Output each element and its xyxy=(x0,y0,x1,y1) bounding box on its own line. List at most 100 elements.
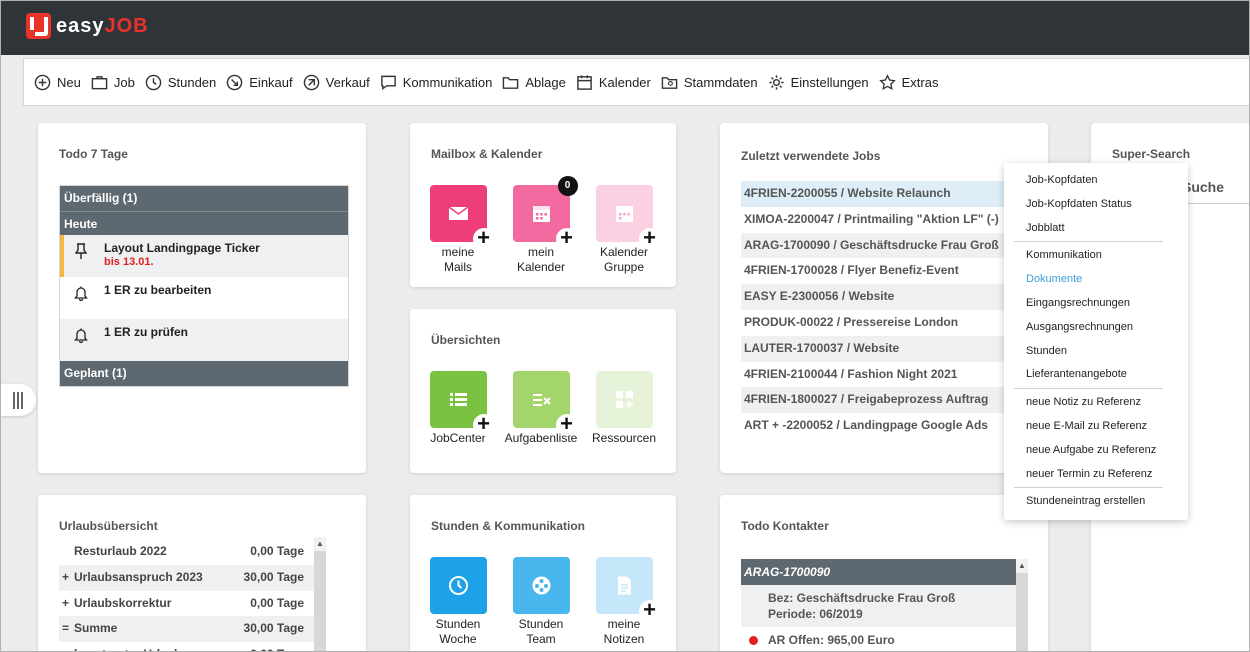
tile-hours-team[interactable]: Stunden Team xyxy=(501,557,581,647)
context-menu-item[interactable]: Eingangsrechnungen xyxy=(1004,292,1188,316)
easyjob-logo[interactable]: easyJOB xyxy=(26,13,149,39)
star-icon xyxy=(878,73,896,90)
add-task-plus-icon[interactable]: + xyxy=(555,413,578,436)
todo-card: Todo 7 Tage Überfällig (1) Heute Layout … xyxy=(38,123,366,473)
contacts-scroll-up-button[interactable]: ▲ xyxy=(1016,559,1028,573)
todo-planned-header[interactable]: Geplant (1) xyxy=(60,361,348,386)
context-menu-item[interactable]: Lieferantenangebote xyxy=(1004,363,1188,387)
resources-icon xyxy=(615,391,633,408)
job-row[interactable]: ARAG-1700090 / Geschäftsdrucke Frau Groß xyxy=(741,232,1004,259)
todo-today-header[interactable]: Heute xyxy=(60,211,348,235)
chat-icon xyxy=(380,75,396,90)
menu-verkauf[interactable]: Verkauf xyxy=(303,74,370,91)
contacts-card: Todo Kontakter ARAG-1700090 Bez: Geschäf… xyxy=(720,495,1048,651)
sale-icon xyxy=(303,74,319,90)
job-row[interactable]: PRODUK-00022 / Pressereise London xyxy=(741,310,1004,336)
menu-stunden[interactable]: Stunden xyxy=(145,74,216,91)
context-menu-item[interactable]: Stundeneintrag erstellen xyxy=(1004,490,1188,514)
status-dot-icon xyxy=(749,636,758,645)
contact-job-header[interactable]: ARAG-1700090 xyxy=(741,559,1016,585)
vacation-title: Urlaubsübersicht xyxy=(59,519,158,533)
contacts-title: Todo Kontakter xyxy=(741,519,829,533)
vacation-row: = Summe 30,00 Tage xyxy=(59,616,314,643)
vacation-row: + Urlaubskorrektur 0,00 Tage xyxy=(62,595,304,610)
context-menu-item[interactable]: Dokumente xyxy=(1004,268,1188,292)
menu-neu[interactable]: Neu xyxy=(34,74,81,91)
context-menu-item[interactable]: neue Notiz zu Referenz xyxy=(1004,391,1188,415)
tile-task-list[interactable]: + Aufgabenliste xyxy=(501,371,581,446)
todo-item[interactable]: 1 ER zu prüfen xyxy=(60,319,348,361)
recent-jobs-list: 4FRIEN-2200055 / Website Relaunch XIMOA-… xyxy=(741,181,1004,439)
vacation-scroll-up-button[interactable]: ▲ xyxy=(314,537,326,551)
menu-separator xyxy=(1014,241,1163,243)
context-menu-item[interactable]: Job-Kopfdaten Status xyxy=(1004,193,1188,217)
todo-list: Überfällig (1) Heute Layout Landingpage … xyxy=(59,185,349,387)
tile-jobcenter[interactable]: + JobCenter xyxy=(418,371,498,446)
vacation-row: Resturlaub 2022 0,00 Tage xyxy=(74,544,304,558)
menu-einkauf[interactable]: Einkauf xyxy=(226,74,293,91)
job-row[interactable]: ART + -2200052 / Landingpage Google Ads xyxy=(741,413,1004,439)
add-job-plus-icon[interactable]: + xyxy=(472,413,495,436)
menu-job[interactable]: Job xyxy=(91,74,135,91)
gear-icon xyxy=(768,74,784,90)
main-menu-bar: Neu Job Stunden Einkauf Verkauf Kommunik… xyxy=(23,58,1249,106)
todo-item-text: Layout Landingpage Ticker xyxy=(104,241,260,255)
job-row[interactable]: XIMOA-2200047 / Printmailing "Aktion LF"… xyxy=(741,207,1004,233)
menu-ablage[interactable]: Ablage xyxy=(502,74,566,91)
menu-separator xyxy=(1014,388,1163,390)
vacation-list: Resturlaub 2022 0,00 Tage + Urlaubsanspruc… xyxy=(59,539,314,651)
context-menu-item[interactable]: Ausgangsrechnungen xyxy=(1004,316,1188,340)
tile-resources[interactable]: Ressourcen xyxy=(584,371,664,446)
context-menu-item[interactable]: neue Aufgabe zu Referenz xyxy=(1004,439,1188,463)
logo-text-easy: easy xyxy=(56,14,105,37)
vacation-card: Urlaubsübersicht Resturlaub 2022 0,00 Tag… xyxy=(38,495,366,651)
menu-kalender[interactable]: Kalender xyxy=(576,74,651,91)
logo-mark-icon xyxy=(26,13,51,39)
context-menu-item[interactable]: Job-Kopfdaten xyxy=(1004,169,1188,193)
app-window: easyJOB Neu Job Stunden Einkauf Verkauf … xyxy=(0,0,1250,652)
contact-open-invoice[interactable]: AR Offen: 965,00 Euro xyxy=(741,627,1016,651)
super-search-title: Super-Search xyxy=(1112,147,1191,161)
menu-extras[interactable]: Extras xyxy=(878,73,938,91)
context-menu-item[interactable]: Kommunikation xyxy=(1004,244,1188,268)
team-icon xyxy=(532,576,550,595)
tile-my-mails[interactable]: + meine Mails xyxy=(418,185,498,275)
tile-my-calendar[interactable]: 0 + mein Kalender xyxy=(501,176,581,275)
menu-separator xyxy=(1014,487,1163,489)
job-row[interactable]: 4FRIEN-2200055 / Website Relaunch xyxy=(741,181,1004,207)
job-row[interactable]: LAUTER-1700037 / Website xyxy=(741,335,1004,362)
job-row[interactable]: 4FRIEN-1700028 / Flyer Benefiz-Event xyxy=(741,258,1004,284)
job-row[interactable]: 4FRIEN-1800027 / Freigabeprozess Auftrag xyxy=(741,387,1004,414)
todo-item[interactable]: Layout Landingpage Ticker bis 13.01. xyxy=(60,235,348,277)
add-calendar-plus-icon[interactable]: + xyxy=(555,227,578,250)
todo-item[interactable]: 1 ER zu bearbeiten xyxy=(60,277,348,319)
menu-stammdaten[interactable]: Stammdaten xyxy=(661,74,758,91)
folder-icon xyxy=(503,76,519,89)
overview-title: Übersichten xyxy=(431,333,501,347)
mailbox-title: Mailbox & Kalender xyxy=(431,147,543,161)
bell-icon xyxy=(74,328,88,343)
context-menu-item[interactable]: neue E-Mail zu Referenz xyxy=(1004,415,1188,439)
job-row[interactable]: 4FRIEN-2100044 / Fashion Night 2021 xyxy=(741,362,1004,388)
context-menu-item[interactable]: Jobblatt xyxy=(1004,217,1188,241)
pin-icon xyxy=(74,243,88,259)
sidebar-toggle-handle[interactable] xyxy=(1,384,36,416)
calendar-group-icon xyxy=(615,206,633,222)
menu-kommunikation[interactable]: Kommunikation xyxy=(380,74,492,91)
job-row[interactable]: EASY E-2300056 / Website xyxy=(741,284,1004,310)
contact-period: Periode: 06/2019 xyxy=(768,607,863,621)
todo-overdue-header[interactable]: Überfällig (1) xyxy=(60,186,348,211)
add-mail-plus-icon[interactable]: + xyxy=(472,227,495,250)
vacation-scrollbar[interactable] xyxy=(314,537,326,651)
add-note-plus-icon[interactable]: + xyxy=(638,599,661,622)
todo-item-text: 1 ER zu bearbeiten xyxy=(104,283,212,297)
context-menu-item[interactable]: neuer Termin zu Referenz xyxy=(1004,463,1188,487)
context-menu-item[interactable]: Stunden xyxy=(1004,340,1188,364)
menu-einstellungen[interactable]: Einstellungen xyxy=(768,74,869,91)
tile-my-notes[interactable]: + meine Notizen xyxy=(584,557,664,647)
job-context-menu: Job-Kopfdaten Job-Kopfdaten Status Jobblat… xyxy=(1004,163,1188,520)
plus-circle-icon xyxy=(34,74,51,90)
tile-hours-week[interactable]: Stunden Woche xyxy=(418,557,498,647)
add-group-calendar-plus-icon[interactable]: + xyxy=(638,227,661,250)
tile-calendar-group[interactable]: + Kalender Gruppe xyxy=(584,185,664,275)
